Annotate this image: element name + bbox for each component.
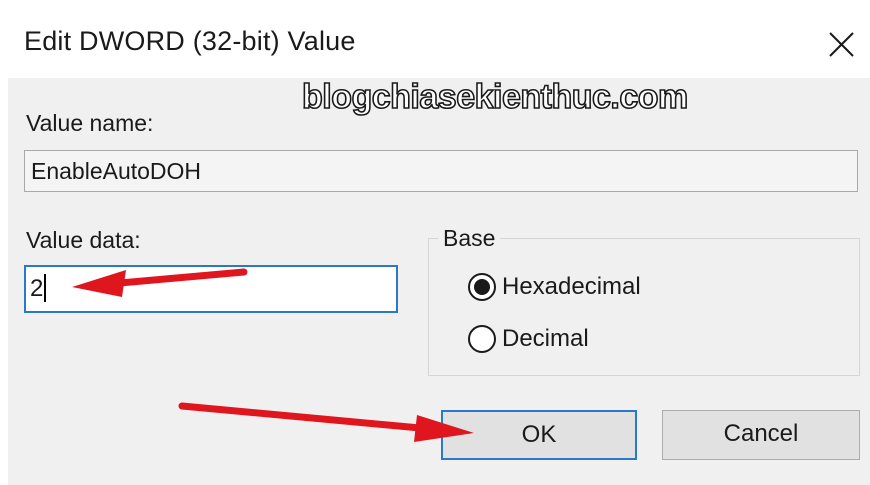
radio-unselected-icon xyxy=(468,325,496,353)
radio-hexadecimal-label: Hexadecimal xyxy=(502,273,641,300)
value-data-label: Value data: xyxy=(26,227,141,253)
base-groupbox-label: Base xyxy=(438,225,501,252)
radio-selected-icon xyxy=(468,273,496,301)
value-name-label: Value name: xyxy=(26,110,154,136)
text-caret xyxy=(44,274,46,303)
radio-decimal[interactable]: Decimal xyxy=(466,322,589,356)
watermark-logo: blogchiasekienthuc.com xyxy=(301,77,689,117)
value-data-text: 2 xyxy=(30,275,44,302)
value-data-input[interactable]: 2 xyxy=(24,265,398,313)
cancel-button[interactable]: Cancel xyxy=(662,410,860,460)
title-bar: Edit DWORD (32-bit) Value xyxy=(0,0,870,78)
value-name-field[interactable]: EnableAutoDOH xyxy=(24,150,858,192)
close-button[interactable] xyxy=(818,22,864,66)
dialog-title: Edit DWORD (32-bit) Value xyxy=(24,26,356,56)
radio-decimal-label: Decimal xyxy=(502,325,589,352)
close-icon xyxy=(829,32,854,57)
radio-hexadecimal[interactable]: Hexadecimal xyxy=(466,270,641,304)
ok-button[interactable]: OK xyxy=(441,410,637,460)
